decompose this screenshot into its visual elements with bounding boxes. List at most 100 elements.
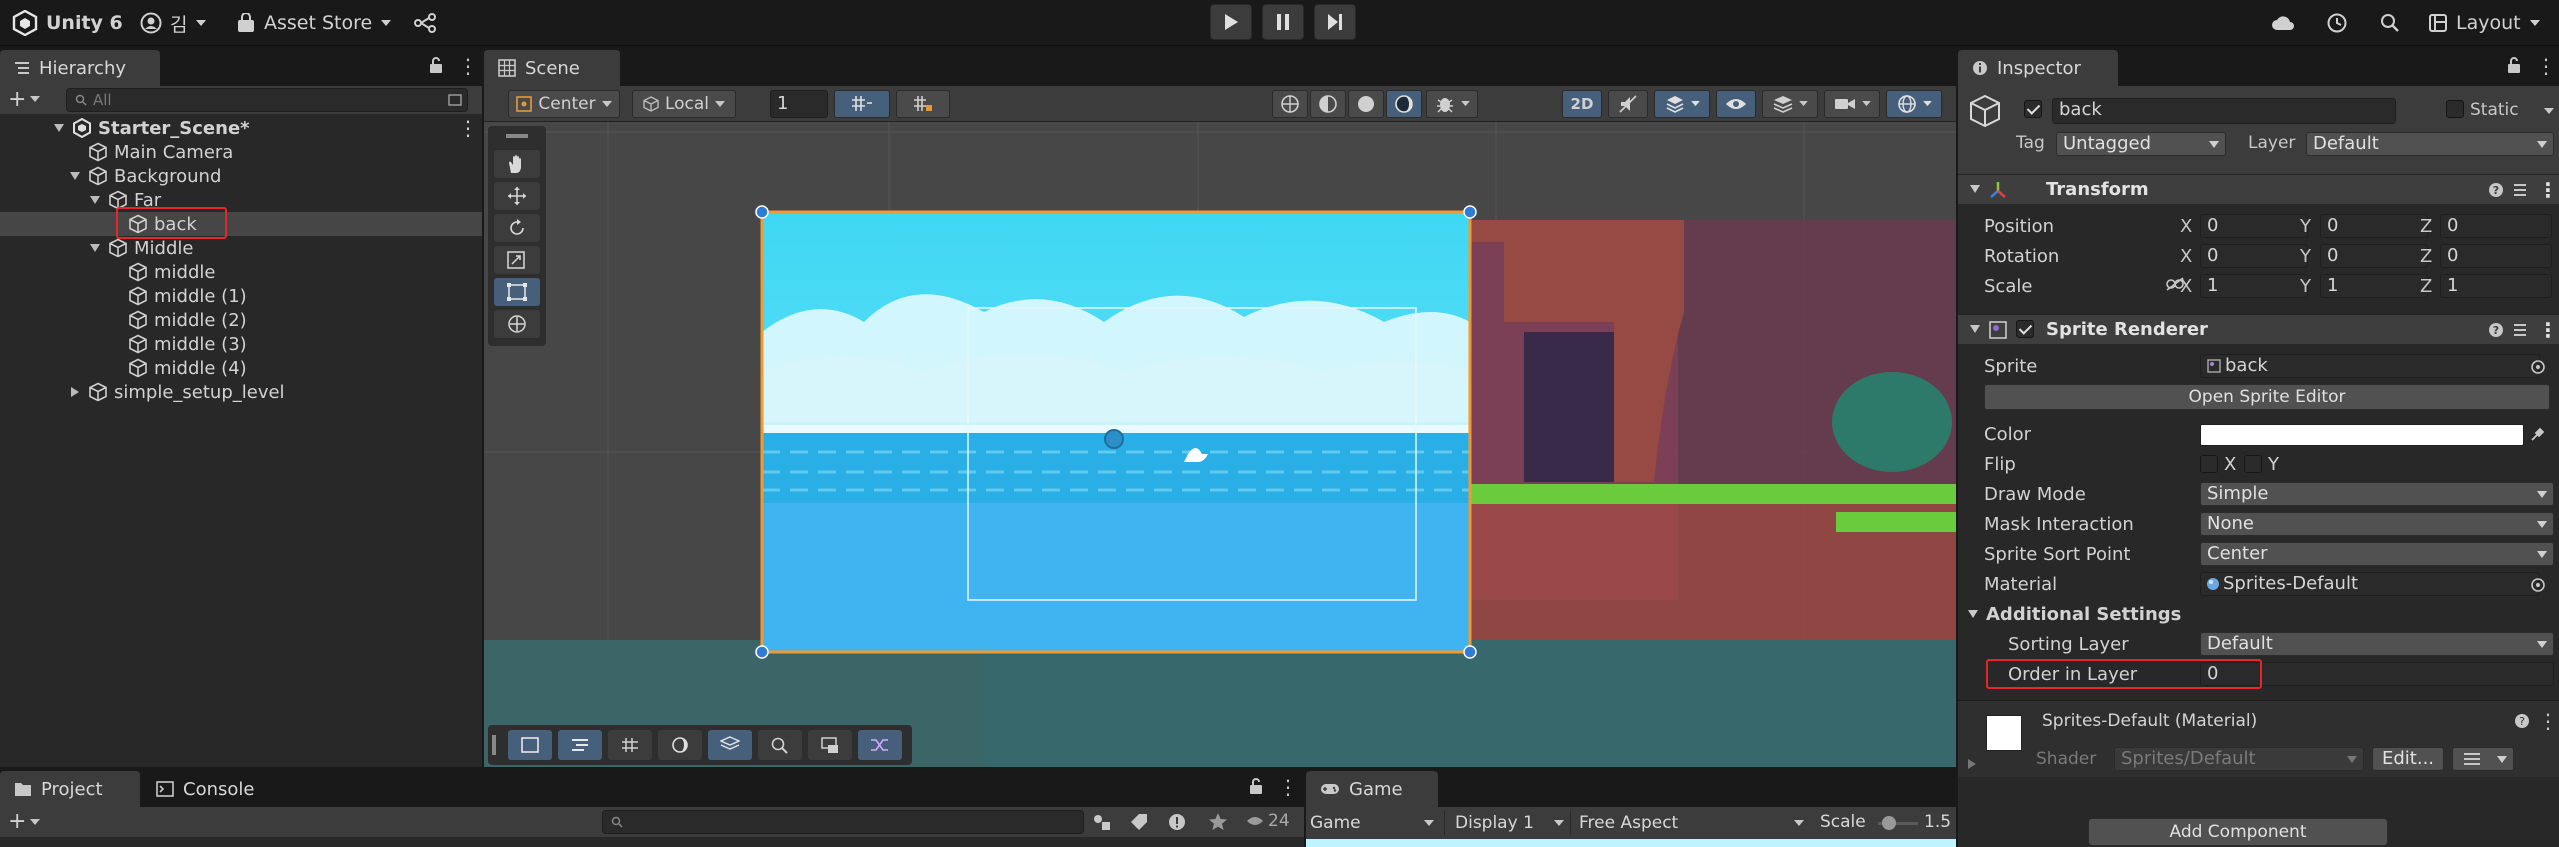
slider-thumb[interactable] xyxy=(1882,816,1896,830)
add-component-button[interactable]: Add Component xyxy=(2088,818,2388,846)
overlay-rect-button[interactable] xyxy=(508,730,552,760)
shader-dropdown[interactable]: Sprites/Default xyxy=(2114,747,2364,771)
label-icon[interactable] xyxy=(1130,813,1148,831)
scene-viewport[interactable] xyxy=(484,122,1956,767)
hierarchy-item[interactable]: Main Camera xyxy=(0,140,482,164)
scale-x-field[interactable]: 1 xyxy=(2200,274,2308,298)
object-name-field[interactable]: back xyxy=(2052,98,2396,124)
lock-icon[interactable] xyxy=(428,56,444,74)
audio-button[interactable] xyxy=(1608,90,1648,118)
kebab-menu-icon[interactable]: ⋮ xyxy=(2538,318,2558,342)
eyedropper-icon[interactable] xyxy=(2530,426,2546,442)
overlay-search-button[interactable] xyxy=(758,730,802,760)
hierarchy-item[interactable]: simple_setup_level xyxy=(0,380,482,404)
scale-tool[interactable] xyxy=(494,246,540,274)
overlay-align-button[interactable] xyxy=(558,730,602,760)
expand-arrow-icon[interactable] xyxy=(88,241,102,255)
kebab-menu-icon[interactable]: ⋮ xyxy=(2538,709,2558,733)
transform-tool[interactable] xyxy=(494,310,540,338)
sprite-object-field[interactable]: back xyxy=(2200,354,2540,378)
toggle-2d-button[interactable]: 2D xyxy=(1562,90,1602,118)
tag-dropdown[interactable]: Untagged xyxy=(2056,132,2226,156)
hierarchy-item[interactable]: middle (4) xyxy=(0,356,482,380)
collapse-arrow-icon[interactable] xyxy=(68,385,82,399)
expand-arrow-icon[interactable] xyxy=(68,169,82,183)
overlay-camera-button[interactable] xyxy=(808,730,852,760)
open-sprite-editor-button[interactable]: Open Sprite Editor xyxy=(1984,384,2550,410)
expand-arrow-icon[interactable] xyxy=(52,121,66,135)
play-button[interactable] xyxy=(1210,4,1252,40)
shaded-wire-button[interactable] xyxy=(1310,90,1346,118)
effects-button[interactable] xyxy=(1654,90,1710,118)
rotation-x-field[interactable]: 0 xyxy=(2200,244,2308,268)
kebab-menu-icon[interactable]: ⋮ xyxy=(458,54,478,78)
step-button[interactable] xyxy=(1314,4,1356,40)
rect-tool[interactable] xyxy=(494,278,540,306)
sprite-renderer-enabled-checkbox[interactable] xyxy=(2016,320,2034,338)
kebab-menu-icon[interactable]: ⋮ xyxy=(458,116,478,140)
draw-mode-button[interactable] xyxy=(1272,90,1308,118)
scene-filter-icon[interactable] xyxy=(447,92,463,108)
account-dropdown[interactable]: 김 xyxy=(140,8,207,38)
scale-z-field[interactable]: 1 xyxy=(2440,274,2552,298)
visibility-button[interactable] xyxy=(1716,90,1756,118)
hierarchy-item[interactable]: middle (2) xyxy=(0,308,482,332)
layout-dropdown[interactable]: Layout xyxy=(2428,8,2541,38)
shader-edit-button[interactable]: Edit... xyxy=(2372,747,2444,771)
additional-settings-foldout[interactable]: Additional Settings xyxy=(1958,600,2559,628)
tab-console[interactable]: Console xyxy=(142,771,272,807)
kebab-menu-icon[interactable]: ⋮ xyxy=(2536,54,2556,78)
kebab-menu-icon[interactable]: ⋮ xyxy=(2538,178,2558,202)
hierarchy-item[interactable]: middle xyxy=(0,260,482,284)
hand-tool[interactable] xyxy=(494,150,540,178)
tab-project[interactable]: Project xyxy=(0,771,140,807)
shader-options-dropdown[interactable] xyxy=(2452,747,2514,771)
space-dropdown[interactable]: Local xyxy=(632,90,736,118)
version-control-button[interactable] xyxy=(410,8,440,38)
rotation-y-field[interactable]: 0 xyxy=(2320,244,2428,268)
game-view-dropdown[interactable]: Game xyxy=(1310,811,1438,835)
object-picker-icon[interactable] xyxy=(2530,359,2546,375)
hierarchy-item[interactable]: back xyxy=(0,212,482,236)
flip-y-checkbox[interactable] xyxy=(2244,455,2262,473)
tab-game[interactable]: Game xyxy=(1306,771,1438,807)
sprite-renderer-header[interactable]: Sprite Renderer ? ⋮ xyxy=(1958,314,2559,344)
scale-y-field[interactable]: 1 xyxy=(2320,274,2428,298)
flip-x-checkbox[interactable] xyxy=(2200,455,2218,473)
project-search-input[interactable] xyxy=(602,810,1084,834)
add-button[interactable]: + xyxy=(8,87,26,112)
sprite-sort-point-dropdown[interactable]: Center xyxy=(2200,542,2554,566)
position-y-field[interactable]: 0 xyxy=(2320,214,2428,238)
pivot-dropdown[interactable]: Center xyxy=(508,90,620,118)
tab-hierarchy[interactable]: Hierarchy xyxy=(0,50,160,86)
kebab-menu-icon[interactable]: ⋮ xyxy=(1278,775,1298,799)
hierarchy-search-input[interactable]: All xyxy=(66,88,468,112)
hidden-packages-toggle[interactable]: 24 xyxy=(1246,811,1290,831)
grid-step-field[interactable]: 1 xyxy=(770,90,828,118)
display-dropdown[interactable]: Display 1 xyxy=(1444,811,1568,835)
gizmos-dropdown[interactable] xyxy=(1886,90,1942,118)
grid-snap-button[interactable] xyxy=(834,90,890,118)
rotate-tool[interactable] xyxy=(494,214,540,242)
scene-root-row[interactable]: Starter_Scene* ⋮ xyxy=(0,116,482,140)
history-button[interactable] xyxy=(2322,8,2352,38)
move-tool[interactable] xyxy=(494,182,540,210)
layers-visibility-dropdown[interactable] xyxy=(1762,90,1818,118)
increment-snap-button[interactable] xyxy=(896,90,950,118)
filter-by-type-icon[interactable] xyxy=(1092,813,1112,831)
help-icon[interactable]: ? xyxy=(2514,713,2530,729)
chevron-down-icon[interactable] xyxy=(2544,108,2554,115)
mask-interaction-dropdown[interactable]: None xyxy=(2200,512,2554,536)
overlay-layers-button[interactable] xyxy=(708,730,752,760)
chevron-right-icon[interactable] xyxy=(1968,759,1976,769)
camera-dropdown[interactable] xyxy=(1824,90,1880,118)
transform-header[interactable]: Transform ? ⋮ xyxy=(1958,174,2559,204)
static-checkbox[interactable] xyxy=(2446,100,2464,118)
hierarchy-item[interactable]: Far xyxy=(0,188,482,212)
hierarchy-item[interactable]: Background xyxy=(0,164,482,188)
warning-icon[interactable] xyxy=(1168,813,1186,831)
shaded-button[interactable] xyxy=(1348,90,1384,118)
tab-inspector[interactable]: Inspector xyxy=(1958,50,2118,86)
search-button[interactable] xyxy=(2375,8,2405,38)
presets-icon[interactable] xyxy=(2512,322,2528,338)
